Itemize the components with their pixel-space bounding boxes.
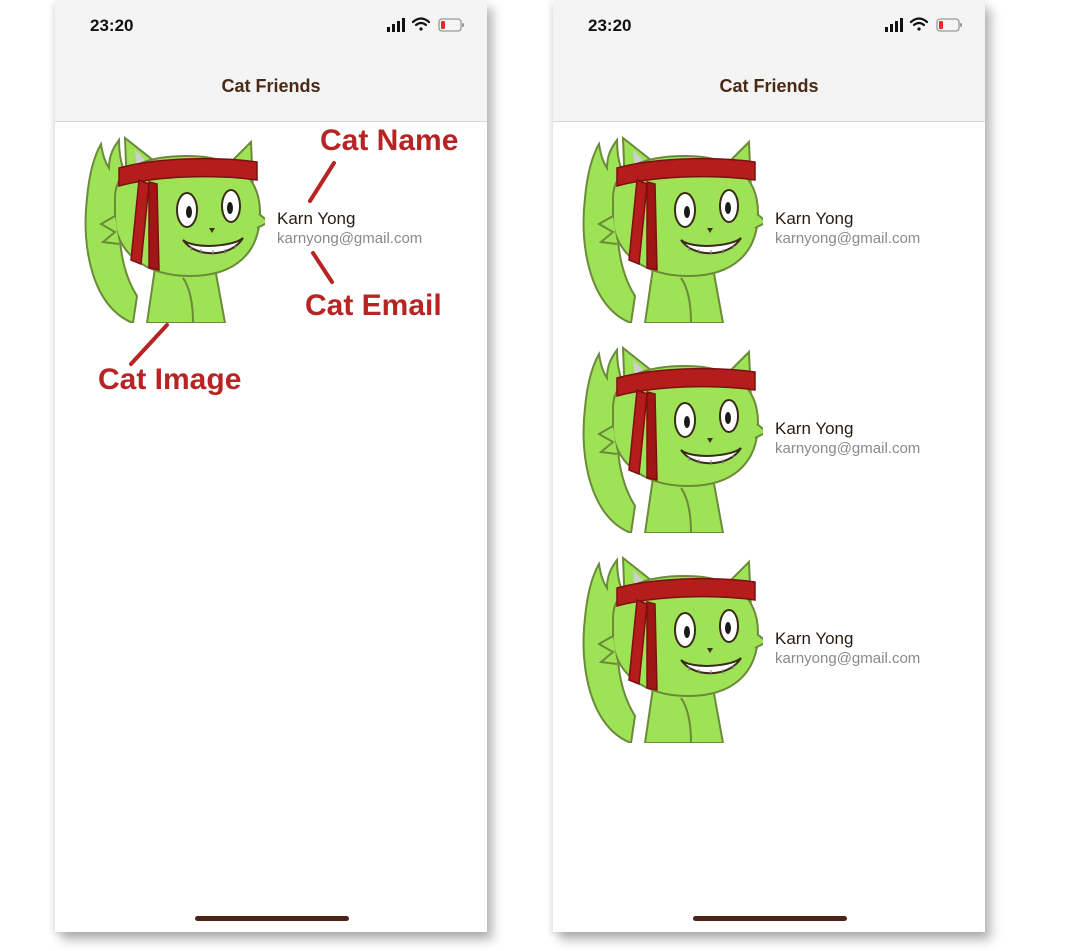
cat-image [75, 128, 265, 323]
cat-name: Karn Yong [775, 419, 854, 438]
cat-list-item[interactable]: Karn Yong karnyong@gmail.com [553, 123, 985, 323]
cat-email: karnyong@gmail.com [277, 230, 423, 247]
cat-image [573, 128, 763, 323]
status-icons [387, 17, 464, 32]
cat-email: karnyong@gmail.com [775, 650, 921, 667]
cat-list-item[interactable]: Karn Yong karnyong@gmail.com [55, 123, 487, 323]
cat-image [573, 548, 763, 743]
phone-screen-annotated: 23:20 Cat Friends Karn Yong karnyong@gma… [55, 0, 487, 932]
navigation-bar: Cat Friends [55, 50, 487, 122]
status-bar: 23:20 [553, 0, 985, 50]
status-icons [885, 17, 962, 32]
status-time: 23:20 [588, 16, 632, 35]
wifi-icon [411, 17, 431, 31]
home-indicator[interactable] [195, 916, 349, 921]
home-indicator[interactable] [693, 916, 847, 921]
cat-name: Karn Yong [277, 209, 356, 228]
status-time: 23:20 [90, 16, 134, 35]
navigation-bar: Cat Friends [553, 50, 985, 122]
signal-icon [387, 18, 405, 32]
cat-list-item[interactable]: Karn Yong karnyong@gmail.com [553, 543, 985, 743]
status-bar: 23:20 [55, 0, 487, 50]
phone-screen-list: 23:20 Cat Friends Karn Yong karnyong@gma… [553, 0, 985, 932]
nav-title: Cat Friends [221, 76, 321, 96]
battery-icon [438, 18, 464, 32]
cat-list-item[interactable]: Karn Yong karnyong@gmail.com [553, 333, 985, 533]
cat-email: karnyong@gmail.com [775, 440, 921, 457]
cat-name: Karn Yong [775, 209, 854, 228]
nav-title: Cat Friends [719, 76, 819, 96]
signal-icon [885, 18, 903, 32]
cat-name: Karn Yong [775, 629, 854, 648]
cat-image [573, 338, 763, 533]
cat-email: karnyong@gmail.com [775, 230, 921, 247]
wifi-icon [909, 17, 929, 31]
battery-icon [936, 18, 962, 32]
